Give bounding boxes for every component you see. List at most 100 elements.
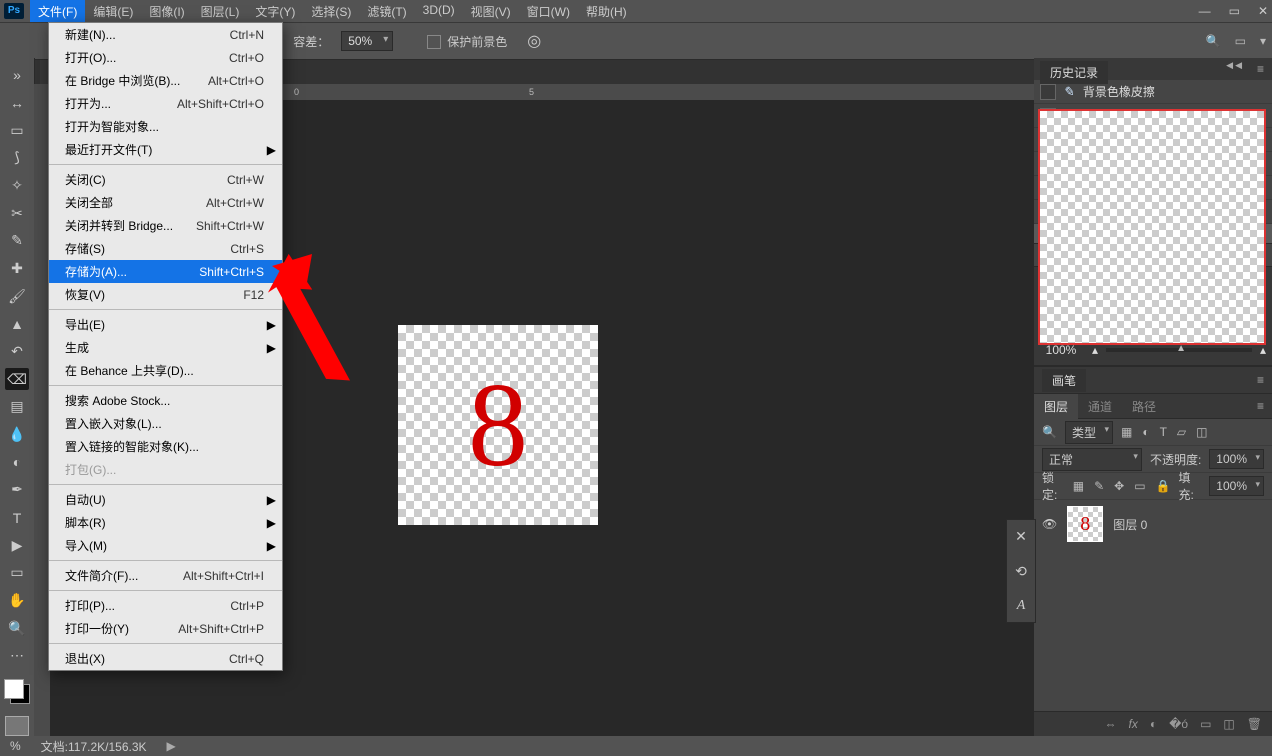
- status-menu-icon[interactable]: ▶: [167, 739, 176, 753]
- chevrons-icon[interactable]: »: [5, 64, 29, 86]
- layer-filter-icons[interactable]: ▦ ◐ T ▱ ◫: [1121, 425, 1208, 439]
- menu-1[interactable]: 编辑(E): [85, 0, 141, 23]
- document-preview[interactable]: 8: [398, 325, 598, 525]
- sample-ring-icon[interactable]: ◎: [527, 31, 541, 51]
- blur-tool[interactable]: 💧: [5, 424, 29, 446]
- stamp-tool[interactable]: ▲: [5, 313, 29, 335]
- menu-item[interactable]: 新建(N)...Ctrl+N: [49, 23, 282, 46]
- menu-item[interactable]: 打印(P)...Ctrl+P: [49, 594, 282, 617]
- menu-6[interactable]: 滤镜(T): [359, 0, 414, 23]
- panel-menu-icon[interactable]: ≡: [1257, 399, 1264, 413]
- workspace-menu-icon[interactable]: ▾: [1260, 34, 1266, 48]
- lock-icons[interactable]: ▦ ✎ ✥ ▭ 🔒: [1073, 479, 1171, 493]
- menu-item[interactable]: 关闭全部Alt+Ctrl+W: [49, 191, 282, 214]
- link-icon[interactable]: ⇔: [1105, 717, 1117, 731]
- menu-item[interactable]: 打包(G)...: [49, 458, 282, 481]
- panel-collapse-icon[interactable]: ◀◀: [1226, 60, 1244, 71]
- adjust-filter-icon[interactable]: ◐: [1142, 425, 1149, 439]
- path-select-tool[interactable]: ▶: [5, 534, 29, 556]
- type-filter-icon[interactable]: T: [1160, 425, 1167, 439]
- menu-item[interactable]: 存储为(A)...Shift+Ctrl+S: [49, 260, 282, 283]
- lock-all-icon[interactable]: 🔒: [1156, 479, 1171, 493]
- quick-mask-icon[interactable]: [5, 716, 29, 736]
- fx-icon[interactable]: fx: [1129, 717, 1138, 731]
- menu-2[interactable]: 图像(I): [141, 0, 192, 23]
- menu-9[interactable]: 窗口(W): [519, 0, 578, 23]
- layer-filter-dropdown[interactable]: 类型: [1065, 421, 1113, 444]
- eraser-tool[interactable]: ⌫: [5, 368, 29, 390]
- menu-item[interactable]: 打开为...Alt+Shift+Ctrl+O: [49, 92, 282, 115]
- hand-tool[interactable]: ✋: [5, 590, 29, 612]
- fill-adjust-icon[interactable]: �ó: [1169, 717, 1188, 731]
- lock-move-icon[interactable]: ✥: [1114, 479, 1124, 493]
- menu-item[interactable]: 关闭并转到 Bridge...Shift+Ctrl+W: [49, 214, 282, 237]
- menu-5[interactable]: 选择(S): [303, 0, 359, 23]
- menu-item[interactable]: 置入嵌入对象(L)...: [49, 412, 282, 435]
- lock-brush-icon[interactable]: ✎: [1094, 479, 1104, 493]
- menu-8[interactable]: 视图(V): [463, 0, 519, 23]
- cc-libraries-icon[interactable]: ⟲: [1015, 563, 1027, 580]
- channels-tab[interactable]: 通道: [1078, 394, 1122, 419]
- navigator-preview[interactable]: [1038, 109, 1266, 345]
- zoom-out-icon[interactable]: ▴: [1092, 343, 1098, 357]
- menu-item[interactable]: 打开(O)...Ctrl+O: [49, 46, 282, 69]
- menu-item[interactable]: 导入(M)▶: [49, 534, 282, 557]
- blend-mode-dropdown[interactable]: 正常: [1042, 448, 1142, 471]
- maximize-icon[interactable]: ▭: [1229, 4, 1240, 18]
- menu-10[interactable]: 帮助(H): [578, 0, 635, 23]
- trash-icon[interactable]: 🗑: [1247, 717, 1262, 731]
- edit-toolbar[interactable]: ⋯: [5, 645, 29, 667]
- new-layer-icon[interactable]: ◫: [1223, 717, 1234, 731]
- paths-tab[interactable]: 路径: [1122, 394, 1166, 419]
- mask-icon[interactable]: ◐: [1150, 717, 1157, 731]
- lock-pixels-icon[interactable]: ▦: [1073, 479, 1084, 493]
- menu-item[interactable]: 最近打开文件(T)▶: [49, 138, 282, 161]
- fill-value[interactable]: 100%: [1209, 476, 1264, 496]
- workspace-icon[interactable]: ▭: [1235, 34, 1246, 48]
- layers-tab[interactable]: 图层: [1034, 394, 1078, 419]
- group-icon[interactable]: ▭: [1200, 717, 1211, 731]
- menu-item[interactable]: 脚本(R)▶: [49, 511, 282, 534]
- menu-item[interactable]: 在 Behance 上共享(D)...: [49, 359, 282, 382]
- eyedropper-tool[interactable]: ✎: [5, 230, 29, 252]
- menu-item[interactable]: 打印一份(Y)Alt+Shift+Ctrl+P: [49, 617, 282, 640]
- close-icon[interactable]: ✕: [1258, 4, 1268, 18]
- foreground-swatch[interactable]: [4, 679, 24, 699]
- menu-item[interactable]: 恢复(V)F12: [49, 283, 282, 306]
- panel-menu-icon[interactable]: ≡: [1257, 373, 1264, 387]
- glyphs-icon[interactable]: A: [1017, 598, 1026, 614]
- tolerance-dropdown[interactable]: 50%: [341, 31, 393, 51]
- pen-tool[interactable]: ✒: [5, 479, 29, 501]
- healing-tool[interactable]: ✚: [5, 258, 29, 280]
- quick-select-tool[interactable]: ✧: [5, 175, 29, 197]
- menu-item[interactable]: 生成▶: [49, 336, 282, 359]
- visibility-icon[interactable]: 👁: [1042, 517, 1057, 531]
- history-item[interactable]: ✎背景色橡皮擦: [1034, 80, 1272, 104]
- menu-4[interactable]: 文字(Y): [247, 0, 303, 23]
- menu-7[interactable]: 3D(D): [415, 0, 463, 23]
- crop-tool[interactable]: ✂: [5, 202, 29, 224]
- layer-thumbnail[interactable]: 8: [1067, 506, 1103, 542]
- shape-filter-icon[interactable]: ▱: [1177, 425, 1186, 439]
- menu-item[interactable]: 打开为智能对象...: [49, 115, 282, 138]
- menu-3[interactable]: 图层(L): [193, 0, 248, 23]
- checkbox-icon[interactable]: [427, 35, 441, 49]
- protect-fg[interactable]: 保护前景色: [427, 33, 507, 50]
- shape-tool[interactable]: ▭: [5, 562, 29, 584]
- brush-tool[interactable]: 🖌: [5, 285, 29, 307]
- search-icon[interactable]: 🔍: [1206, 34, 1221, 48]
- smart-filter-icon[interactable]: ◫: [1196, 425, 1207, 439]
- menu-item[interactable]: 导出(E)▶: [49, 313, 282, 336]
- zoom-value[interactable]: 100%: [1038, 343, 1084, 357]
- adjust-icon[interactable]: ✕: [1015, 528, 1027, 545]
- menu-item[interactable]: 置入链接的智能对象(K)...: [49, 435, 282, 458]
- layer-row[interactable]: 👁 8 图层 0: [1034, 500, 1272, 548]
- zoom-in-icon[interactable]: ▴: [1260, 343, 1266, 357]
- lock-artboard-icon[interactable]: ▭: [1134, 479, 1145, 493]
- opacity-value[interactable]: 100%: [1209, 449, 1264, 469]
- status-docinfo[interactable]: 文档:117.2K/156.3K: [41, 738, 147, 755]
- type-tool[interactable]: T: [5, 507, 29, 529]
- menu-item[interactable]: 关闭(C)Ctrl+W: [49, 168, 282, 191]
- layer-name[interactable]: 图层 0: [1113, 516, 1147, 533]
- gradient-tool[interactable]: ▤: [5, 396, 29, 418]
